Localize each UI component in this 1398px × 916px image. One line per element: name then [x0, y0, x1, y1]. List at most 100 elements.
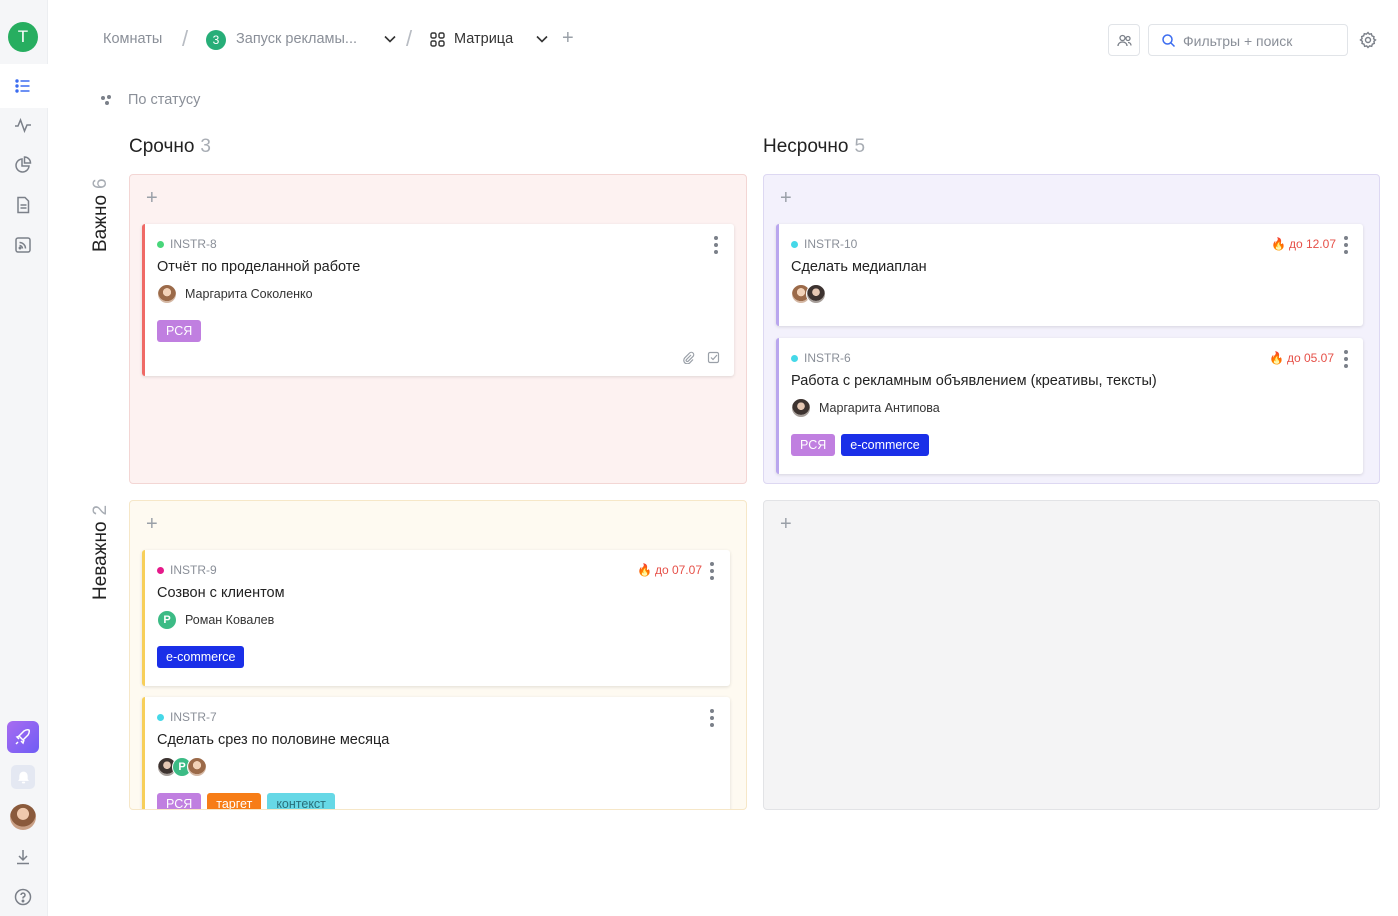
task-id-text: INSTR-8 — [170, 237, 217, 251]
chevron-down-icon[interactable] — [535, 32, 549, 46]
row-count: 6 — [90, 178, 111, 189]
column-title: Срочно — [129, 136, 195, 157]
group-by-label: По статусу — [128, 92, 201, 108]
breadcrumb-rooms[interactable]: Комнаты — [103, 31, 162, 47]
group-icon — [101, 95, 111, 105]
add-task-button[interactable]: + — [780, 513, 792, 536]
row-title: Неважно — [90, 521, 111, 600]
task-title: Созвон с клиентом — [157, 585, 285, 601]
task-title: Сделать медиаплан — [791, 259, 927, 275]
assignee-name: Маргарита Антипова — [819, 401, 940, 415]
column-title: Несрочно — [763, 136, 849, 157]
tag-list: РСЯ таргет контекст — [157, 793, 335, 809]
download-icon[interactable] — [14, 848, 32, 866]
feed-icon[interactable] — [14, 236, 32, 254]
task-id: INSTR-7 — [157, 710, 217, 724]
task-id-text: INSTR-7 — [170, 710, 217, 724]
search-input[interactable] — [1183, 31, 1343, 51]
breadcrumb-separator: / — [182, 26, 189, 51]
status-dot — [791, 354, 798, 362]
add-task-button[interactable]: + — [146, 513, 158, 536]
task-id: INSTR-9 — [157, 563, 217, 577]
status-dot — [157, 240, 164, 248]
tag[interactable]: РСЯ — [791, 434, 836, 456]
assignee-name: Роман Ковалев — [185, 613, 275, 627]
task-card[interactable]: INSTR-9 🔥 до 07.07 Созвон с клиентом Р Ром… — [142, 550, 730, 686]
pie-chart-icon[interactable] — [14, 156, 32, 174]
tag-list: e-commerce — [157, 646, 245, 668]
tag[interactable]: РСЯ — [157, 320, 202, 342]
card-footer — [682, 351, 720, 364]
task-id-text: INSTR-6 — [804, 351, 851, 365]
quadrant-not-urgent-unimportant: + — [763, 500, 1380, 810]
rocket-icon[interactable] — [7, 721, 39, 753]
deadline: 🔥 до 07.07 — [637, 563, 702, 577]
fire-icon: 🔥 — [1271, 237, 1286, 251]
task-card[interactable]: INSTR-6 🔥 до 05.07 Работа с рекламным объ… — [776, 338, 1363, 474]
assignee-name: Маргарита Соколенко — [185, 287, 313, 301]
tag[interactable]: РСЯ — [157, 793, 202, 809]
tag-list: РСЯ — [157, 320, 202, 342]
document-icon[interactable] — [14, 196, 32, 214]
status-dot — [157, 566, 164, 574]
workspace-avatar[interactable]: T — [8, 22, 38, 52]
group-by-selector[interactable]: По статусу — [100, 92, 200, 108]
breadcrumb-view[interactable]: Матрица — [454, 31, 513, 47]
column-count: 3 — [200, 136, 211, 157]
task-id-text: INSTR-9 — [170, 563, 217, 577]
task-id: INSTR-8 — [157, 237, 217, 251]
top-bar: Комнаты / 3 Запуск рекламы... / Матрица … — [48, 0, 1398, 80]
column-count: 5 — [854, 136, 866, 157]
status-dot — [157, 713, 164, 721]
task-id: INSTR-10 — [791, 237, 857, 251]
avatar — [806, 284, 826, 304]
task-card[interactable]: INSTR-8 Отчёт по проделанной работе Марг… — [142, 224, 734, 376]
more-icon[interactable] — [1339, 350, 1353, 368]
search-box[interactable] — [1148, 24, 1348, 56]
more-icon[interactable] — [709, 236, 723, 254]
more-icon[interactable] — [1339, 236, 1353, 254]
quadrant-urgent-important: + INSTR-8 Отчёт по проделанной работе Ма… — [129, 174, 747, 484]
deadline: 🔥 до 12.07 — [1271, 237, 1336, 251]
bell-icon[interactable] — [11, 765, 35, 789]
task-title: Работа с рекламным объявлением (креативы… — [791, 373, 1157, 389]
activity-icon[interactable] — [14, 116, 32, 134]
tag[interactable]: e-commerce — [841, 434, 929, 456]
task-card[interactable]: INSTR-7 Сделать срез по половине месяца … — [142, 697, 730, 809]
add-view-button[interactable]: + — [562, 27, 574, 50]
task-title: Отчёт по проделанной работе — [157, 259, 361, 275]
tag[interactable]: контекст — [267, 793, 335, 809]
search-icon — [1162, 34, 1176, 48]
more-icon[interactable] — [705, 562, 719, 580]
avatar: Р — [157, 610, 177, 630]
breadcrumb-project[interactable]: Запуск рекламы... — [236, 31, 357, 47]
matrix-icon — [430, 32, 445, 47]
more-icon[interactable] — [705, 709, 719, 727]
deadline-text: до 12.07 — [1288, 237, 1336, 251]
row-count: 2 — [90, 504, 111, 516]
task-id: INSTR-6 — [791, 351, 851, 365]
row-title: Важно — [90, 194, 111, 252]
deadline: 🔥 до 05.07 — [1269, 351, 1334, 365]
members-button[interactable] — [1108, 24, 1140, 56]
help-icon[interactable] — [14, 888, 32, 906]
task-id-text: INSTR-10 — [804, 237, 858, 251]
avatar[interactable] — [10, 804, 36, 830]
add-task-button[interactable]: + — [146, 187, 158, 210]
add-task-button[interactable]: + — [780, 187, 792, 210]
paperclip-icon — [683, 351, 695, 364]
task-card[interactable]: INSTR-10 🔥 до 12.07 Сделать медиаплан — [776, 224, 1363, 326]
gear-icon[interactable] — [1359, 31, 1377, 49]
list-icon[interactable] — [14, 77, 32, 95]
checklist-icon — [707, 351, 720, 364]
assignee: Р Роман Ковалев — [157, 610, 274, 630]
people-icon — [1116, 34, 1132, 46]
assignee: Маргарита Антипова — [791, 398, 940, 418]
tag[interactable]: таргет — [207, 793, 262, 809]
avatar — [187, 757, 207, 777]
chevron-down-icon[interactable] — [383, 32, 397, 46]
quadrant-urgent-unimportant: + INSTR-9 🔥 до 07.07 Созвон с клиентом РР… — [129, 500, 747, 810]
column-header-urgent: Срочно 3 — [129, 136, 211, 158]
fire-icon: 🔥 — [1269, 351, 1284, 365]
tag[interactable]: e-commerce — [157, 646, 245, 668]
